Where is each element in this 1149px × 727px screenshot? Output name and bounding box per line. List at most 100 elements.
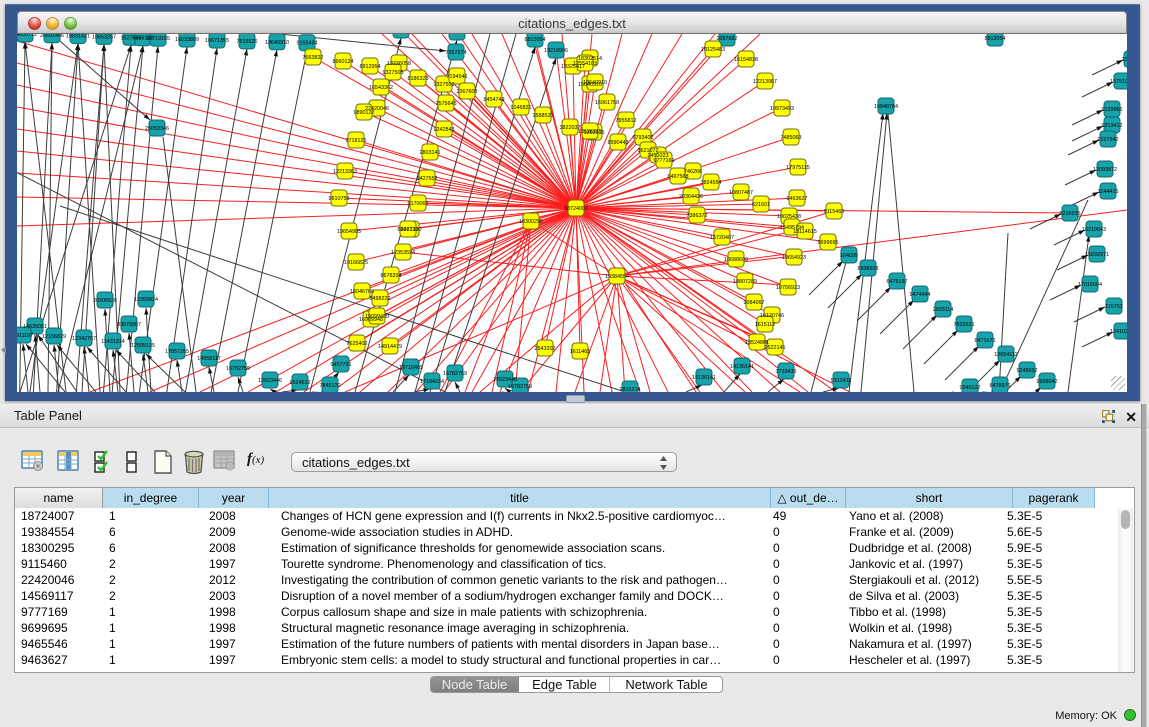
svg-text:9312411: 9312411 — [831, 378, 852, 384]
svg-text:2933114: 2933114 — [933, 307, 954, 313]
svg-text:17857255: 17857255 — [165, 349, 189, 355]
svg-text:7357274: 7357274 — [446, 50, 467, 56]
svg-text:9245652: 9245652 — [1017, 368, 1038, 374]
svg-text:6793402: 6793402 — [633, 135, 654, 141]
svg-text:1611465: 1611465 — [570, 349, 591, 355]
svg-text:9327503: 9327503 — [434, 82, 455, 88]
svg-text:8990443: 8990443 — [608, 140, 629, 146]
svg-text:8427552: 8427552 — [417, 176, 438, 182]
svg-text:10653257: 10653257 — [92, 34, 116, 40]
svg-text:16848784: 16848784 — [874, 104, 898, 110]
svg-text:8678334: 8678334 — [381, 273, 402, 279]
svg-text:1244415: 1244415 — [1098, 189, 1119, 195]
svg-text:8912954: 8912954 — [360, 64, 381, 70]
svg-text:18724007: 18724007 — [564, 206, 588, 212]
svg-text:9890122: 9890122 — [354, 110, 375, 116]
svg-text:17975115: 17975115 — [786, 165, 810, 171]
svg-text:2543202: 2543202 — [535, 346, 556, 352]
svg-text:9777169: 9777169 — [654, 158, 675, 164]
svg-text:7955812: 7955812 — [616, 118, 637, 124]
svg-text:10688609: 10688609 — [724, 257, 748, 263]
svg-text:18807289: 18807289 — [733, 279, 757, 285]
svg-text:7515526: 7515526 — [237, 39, 258, 45]
svg-text:8454749: 8454749 — [484, 97, 505, 103]
svg-text:8660124: 8660124 — [333, 59, 354, 65]
svg-text:7386372: 7386372 — [687, 213, 708, 219]
svg-text:7575645: 7575645 — [436, 101, 457, 107]
svg-text:8215935: 8215935 — [1060, 211, 1081, 217]
svg-text:15751074: 15751074 — [1110, 79, 1127, 85]
svg-text:12213363: 12213363 — [333, 169, 357, 175]
svg-text:19654985: 19654985 — [337, 229, 361, 235]
svg-text:6479197: 6479197 — [887, 279, 908, 285]
svg-text:12359924: 12359924 — [134, 297, 158, 303]
svg-text:8813054: 8813054 — [525, 37, 546, 43]
svg-text:9155494: 9155494 — [297, 41, 318, 47]
svg-text:9129966: 9129966 — [1102, 107, 1123, 113]
svg-text:15720407: 15720407 — [710, 235, 734, 241]
svg-text:7485063: 7485063 — [781, 135, 802, 141]
svg-text:9938042: 9938042 — [1037, 379, 1058, 385]
svg-text:13226058: 13226058 — [387, 61, 411, 67]
svg-text:8478976: 8478976 — [990, 383, 1011, 389]
svg-text:621601: 621601 — [752, 202, 770, 208]
svg-text:1733436: 1733436 — [776, 369, 797, 375]
svg-text:10671355: 10671355 — [205, 38, 229, 44]
svg-text:164095: 164095 — [840, 253, 858, 259]
svg-text:8498222: 8498222 — [370, 296, 391, 302]
svg-text:10125483: 10125483 — [701, 47, 725, 53]
svg-text:2522141: 2522141 — [765, 345, 786, 351]
svg-text:12213967: 12213967 — [753, 79, 777, 85]
svg-text:9146821: 9146821 — [511, 105, 532, 111]
svg-text:16543362: 16543362 — [369, 85, 393, 91]
svg-text:7663822: 7663822 — [303, 55, 324, 61]
svg-text:16782759: 16782759 — [226, 366, 250, 372]
svg-text:9242843: 9242843 — [434, 127, 455, 133]
svg-text:10807487: 10807487 — [729, 190, 753, 196]
svg-text:8186323: 8186323 — [408, 76, 429, 82]
svg-text:19166825: 19166825 — [344, 260, 368, 266]
svg-text:19384554: 19384554 — [605, 274, 629, 280]
svg-text:1117342: 1117342 — [1122, 57, 1127, 63]
svg-text:18640910: 18640910 — [583, 80, 607, 86]
svg-text:2087682: 2087682 — [717, 36, 738, 42]
svg-text:16154838: 16154838 — [734, 57, 758, 63]
svg-text:3824554: 3824554 — [701, 180, 722, 186]
svg-text:20206526: 20206526 — [93, 298, 117, 304]
svg-text:12554103: 12554103 — [573, 61, 597, 67]
svg-text:2367608: 2367608 — [457, 89, 478, 95]
svg-text:10719155: 10719155 — [146, 36, 170, 42]
svg-text:12353594: 12353594 — [391, 250, 415, 256]
svg-text:18114615: 18114615 — [793, 229, 817, 235]
svg-text:8938928: 8938928 — [858, 266, 879, 272]
svg-text:18300295: 18300295 — [519, 219, 543, 225]
svg-text:9345122: 9345122 — [960, 385, 981, 391]
svg-text:9115460: 9115460 — [824, 209, 845, 215]
svg-text:9457791: 9457791 — [331, 362, 352, 368]
svg-text:1615112: 1615112 — [755, 322, 776, 328]
svg-text:3911157: 3911157 — [17, 333, 33, 339]
svg-text:93975867: 93975867 — [117, 322, 141, 328]
svg-text:12505135: 12505135 — [131, 343, 155, 349]
svg-text:7632621: 7632621 — [954, 322, 975, 328]
svg-text:10782759: 10782759 — [508, 384, 532, 390]
svg-text:12410342: 12410342 — [1110, 329, 1127, 335]
svg-text:19218906: 19218906 — [544, 48, 568, 54]
svg-text:15136141: 15136141 — [692, 375, 716, 381]
svg-text:13716485: 13716485 — [399, 365, 423, 371]
svg-text:10719155: 10719155 — [445, 34, 469, 36]
svg-text:8170065: 8170065 — [408, 201, 429, 207]
svg-text:12923446: 12923446 — [258, 378, 282, 384]
svg-text:9327505: 9327505 — [383, 70, 404, 76]
svg-text:9524512: 9524512 — [290, 380, 311, 386]
svg-text:9227342: 9227342 — [1098, 137, 1119, 143]
svg-text:16046766: 16046766 — [350, 289, 374, 295]
svg-text:9463627: 9463627 — [787, 196, 808, 202]
svg-text:17184234: 17184234 — [420, 379, 444, 385]
svg-text:7194546: 7194546 — [447, 74, 468, 80]
svg-text:19099489: 19099489 — [365, 314, 389, 320]
svg-text:16210643: 16210643 — [1082, 227, 1106, 233]
svg-text:16961758: 16961758 — [595, 100, 619, 106]
svg-text:11431314: 11431314 — [101, 339, 125, 345]
svg-text:14055712: 14055712 — [17, 34, 37, 38]
